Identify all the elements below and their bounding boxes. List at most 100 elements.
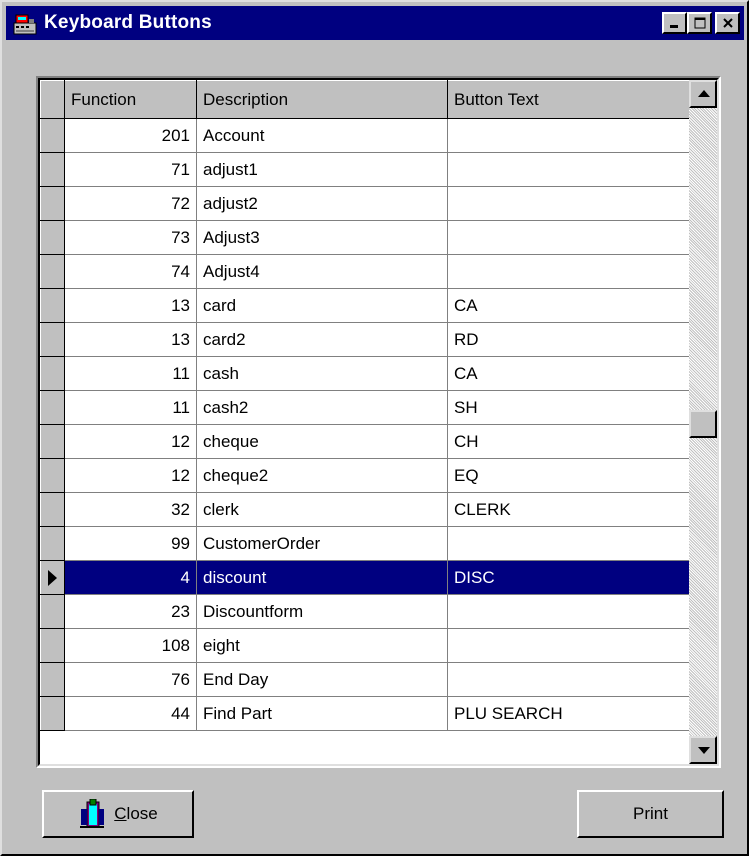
- row-selector[interactable]: [40, 526, 65, 561]
- minimize-button[interactable]: [662, 12, 687, 34]
- description-cell[interactable]: card2: [196, 322, 448, 357]
- button-text-cell[interactable]: DISC: [447, 560, 696, 595]
- row-selector[interactable]: [40, 696, 65, 731]
- table-row[interactable]: 12 cheque2 EQ: [40, 458, 696, 493]
- table-row[interactable]: 74 Adjust4: [40, 254, 696, 289]
- description-cell[interactable]: card: [196, 288, 448, 323]
- button-text-cell[interactable]: CH: [447, 424, 696, 459]
- button-text-cell[interactable]: [447, 152, 696, 187]
- function-cell[interactable]: 73: [64, 220, 197, 255]
- button-text-cell[interactable]: [447, 254, 696, 289]
- table-row[interactable]: 13 card CA: [40, 288, 696, 323]
- description-cell[interactable]: cheque: [196, 424, 448, 459]
- function-cell[interactable]: 201: [64, 118, 197, 153]
- row-selector[interactable]: [40, 254, 65, 289]
- description-cell[interactable]: Account: [196, 118, 448, 153]
- title-bar[interactable]: Keyboard Buttons: [6, 6, 744, 40]
- table-row[interactable]: 12 cheque CH: [40, 424, 696, 459]
- scroll-thumb[interactable]: [689, 410, 717, 438]
- button-text-cell[interactable]: [447, 118, 696, 153]
- function-cell[interactable]: 74: [64, 254, 197, 289]
- table-row[interactable]: 4 discount DISC: [40, 560, 696, 595]
- button-text-cell[interactable]: [447, 594, 696, 629]
- column-header-button-text[interactable]: Button Text: [447, 80, 696, 119]
- function-cell[interactable]: 12: [64, 458, 197, 493]
- table-row[interactable]: 71 adjust1: [40, 152, 696, 187]
- description-cell[interactable]: CustomerOrder: [196, 526, 448, 561]
- function-cell[interactable]: 71: [64, 152, 197, 187]
- row-selector[interactable]: [40, 560, 65, 595]
- button-text-cell[interactable]: [447, 220, 696, 255]
- row-selector[interactable]: [40, 458, 65, 493]
- function-cell[interactable]: 32: [64, 492, 197, 527]
- description-cell[interactable]: eight: [196, 628, 448, 663]
- table-row[interactable]: 23 Discountform: [40, 594, 696, 629]
- button-text-cell[interactable]: [447, 628, 696, 663]
- table-row[interactable]: 11 cash CA: [40, 356, 696, 391]
- button-text-cell[interactable]: PLU SEARCH: [447, 696, 696, 731]
- table-row[interactable]: 76 End Day: [40, 662, 696, 697]
- function-cell[interactable]: 72: [64, 186, 197, 221]
- button-text-cell[interactable]: RD: [447, 322, 696, 357]
- table-row[interactable]: 72 adjust2: [40, 186, 696, 221]
- print-button[interactable]: Print: [577, 790, 724, 838]
- button-text-cell[interactable]: SH: [447, 390, 696, 425]
- description-cell[interactable]: Adjust3: [196, 220, 448, 255]
- description-cell[interactable]: Discountform: [196, 594, 448, 629]
- function-cell[interactable]: 23: [64, 594, 197, 629]
- row-selector[interactable]: [40, 322, 65, 357]
- close-window-button[interactable]: [715, 12, 740, 34]
- row-selector[interactable]: [40, 628, 65, 663]
- vertical-scrollbar[interactable]: [689, 80, 717, 764]
- column-header-description[interactable]: Description: [196, 80, 448, 119]
- row-selector[interactable]: [40, 220, 65, 255]
- row-selector[interactable]: [40, 356, 65, 391]
- function-cell[interactable]: 12: [64, 424, 197, 459]
- function-cell[interactable]: 76: [64, 662, 197, 697]
- description-cell[interactable]: Adjust4: [196, 254, 448, 289]
- row-selector[interactable]: [40, 594, 65, 629]
- description-cell[interactable]: discount: [196, 560, 448, 595]
- row-selector[interactable]: [40, 118, 65, 153]
- table-row[interactable]: 201 Account: [40, 118, 696, 153]
- function-cell[interactable]: 13: [64, 322, 197, 357]
- description-cell[interactable]: adjust2: [196, 186, 448, 221]
- function-cell[interactable]: 13: [64, 288, 197, 323]
- description-cell[interactable]: cash: [196, 356, 448, 391]
- row-selector[interactable]: [40, 662, 65, 697]
- function-cell[interactable]: 108: [64, 628, 197, 663]
- row-selector[interactable]: [40, 390, 65, 425]
- table-row[interactable]: 13 card2 RD: [40, 322, 696, 357]
- row-selector[interactable]: [40, 152, 65, 187]
- table-row[interactable]: 99 CustomerOrder: [40, 526, 696, 561]
- function-cell[interactable]: 4: [64, 560, 197, 595]
- function-cell[interactable]: 11: [64, 390, 197, 425]
- function-cell[interactable]: 44: [64, 696, 197, 731]
- column-header-function[interactable]: Function: [64, 80, 197, 119]
- maximize-button[interactable]: [687, 12, 712, 34]
- description-cell[interactable]: adjust1: [196, 152, 448, 187]
- function-cell[interactable]: 11: [64, 356, 197, 391]
- close-button[interactable]: Close: [42, 790, 194, 838]
- row-selector[interactable]: [40, 492, 65, 527]
- row-selector[interactable]: [40, 424, 65, 459]
- description-cell[interactable]: End Day: [196, 662, 448, 697]
- description-cell[interactable]: Find Part: [196, 696, 448, 731]
- table-row[interactable]: 73 Adjust3: [40, 220, 696, 255]
- row-selector[interactable]: [40, 186, 65, 221]
- table-row[interactable]: 108 eight: [40, 628, 696, 663]
- description-cell[interactable]: cash2: [196, 390, 448, 425]
- scroll-up-button[interactable]: [689, 80, 717, 108]
- button-text-cell[interactable]: [447, 186, 696, 221]
- button-text-cell[interactable]: CA: [447, 356, 696, 391]
- table-row[interactable]: 44 Find Part PLU SEARCH: [40, 696, 696, 731]
- description-cell[interactable]: clerk: [196, 492, 448, 527]
- button-text-cell[interactable]: CA: [447, 288, 696, 323]
- description-cell[interactable]: cheque2: [196, 458, 448, 493]
- table-row[interactable]: 32 clerk CLERK: [40, 492, 696, 527]
- button-text-cell[interactable]: EQ: [447, 458, 696, 493]
- table-row[interactable]: 11 cash2 SH: [40, 390, 696, 425]
- button-text-cell[interactable]: CLERK: [447, 492, 696, 527]
- button-text-cell[interactable]: [447, 662, 696, 697]
- function-cell[interactable]: 99: [64, 526, 197, 561]
